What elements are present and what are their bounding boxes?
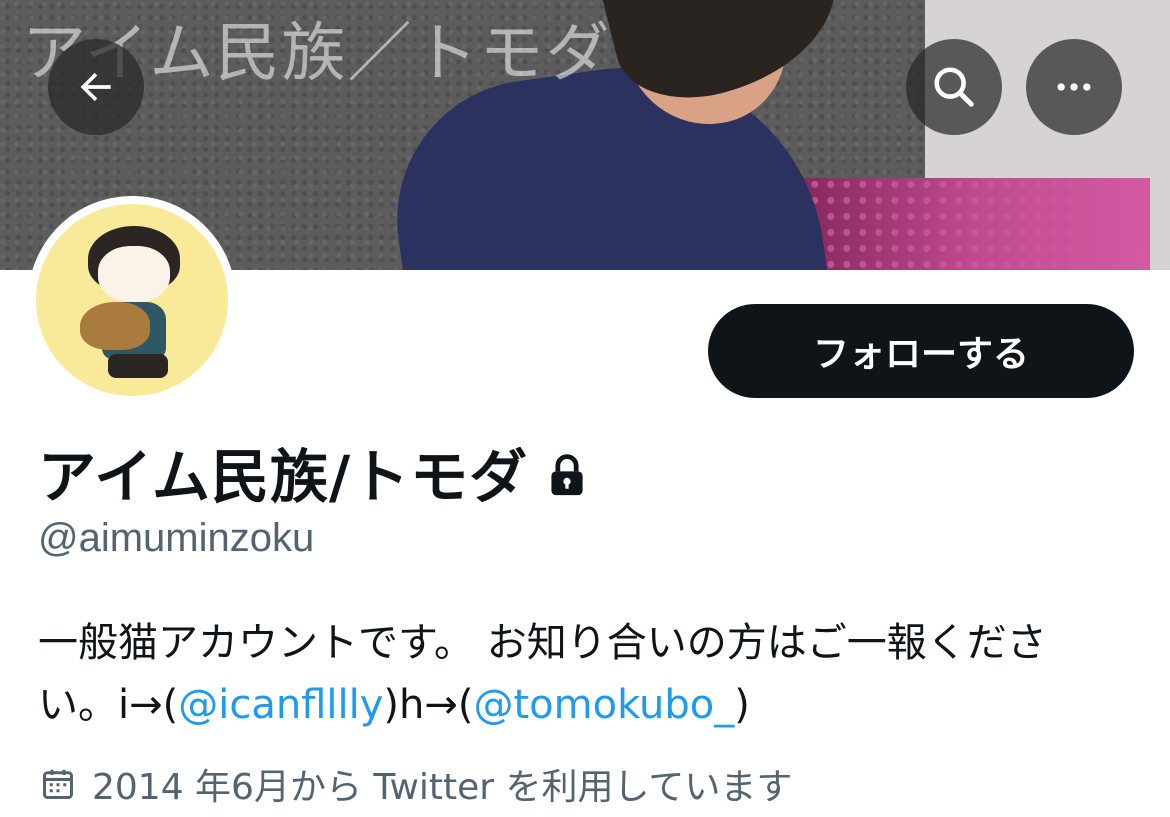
joined-date: 2014 年6月から Twitter を利用しています	[40, 758, 792, 810]
back-button[interactable]	[48, 39, 144, 135]
bio-text: い。i→(	[38, 682, 179, 728]
search-icon	[934, 67, 974, 107]
display-name-row: アイム民族/トモダ	[38, 430, 586, 514]
more-horizontal-icon	[1057, 83, 1091, 91]
lock-icon	[551, 454, 583, 496]
joined-text: 2014 年6月から Twitter を利用しています	[92, 767, 793, 808]
arrow-left-icon	[80, 72, 111, 102]
avatar-elephant	[80, 302, 150, 350]
more-button[interactable]	[1026, 39, 1122, 135]
avatar[interactable]	[28, 196, 236, 404]
mention-link-tomokubo[interactable]: @tomokubo_	[474, 682, 735, 728]
bio-text: )	[734, 682, 750, 728]
bio: 一般猫アカウントです。 お知り合いの方はご一報くださ い。i→(@icanfll…	[38, 612, 1138, 736]
bio-line-1: 一般猫アカウントです。 お知り合いの方はご一報くださ	[38, 620, 1047, 666]
avatar-legs	[108, 354, 168, 378]
handle: @aimuminzoku	[38, 516, 315, 560]
avatar-image	[36, 204, 228, 396]
display-name: アイム民族/トモダ	[38, 443, 529, 511]
follow-button[interactable]: フォローする	[708, 304, 1134, 398]
mention-link-icanflllly[interactable]: @icanflllly	[178, 682, 383, 728]
bio-text: )h→(	[383, 682, 474, 728]
bio-line-2: い。i→(@icanflllly)h→(@tomokubo_)	[38, 674, 1138, 736]
calendar-icon	[43, 769, 73, 799]
search-button[interactable]	[906, 39, 1002, 135]
avatar-face	[98, 246, 170, 302]
